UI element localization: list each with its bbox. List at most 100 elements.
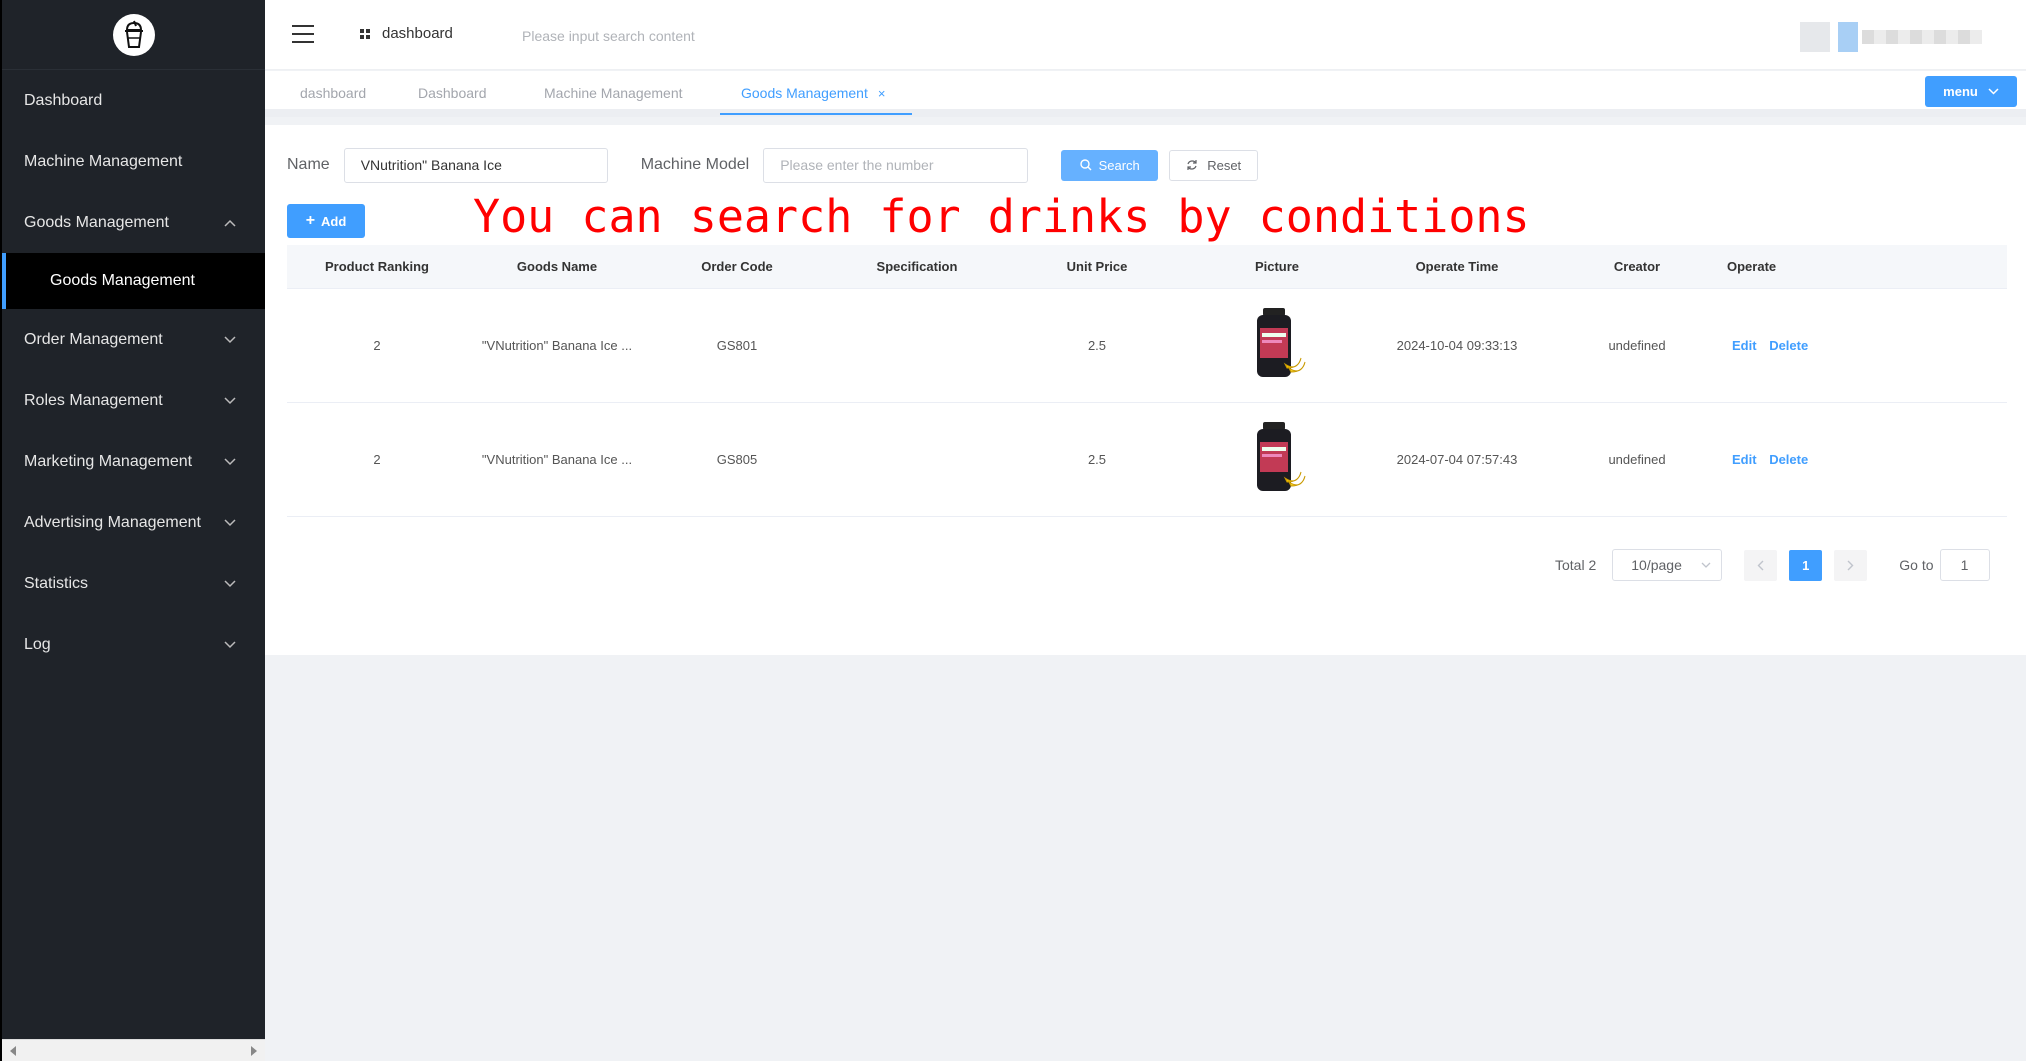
cell-ranking: 2 xyxy=(373,452,381,467)
scroll-right-icon[interactable] xyxy=(251,1046,257,1056)
edit-button[interactable]: Edit xyxy=(1732,452,1757,467)
page-size-value: 10/page xyxy=(1631,557,1682,573)
annotation-text: You can search for drinks by conditions xyxy=(473,190,1530,243)
table-header: Product Ranking Goods Name Order Code Sp… xyxy=(287,245,2007,289)
user-avatar-area[interactable] xyxy=(1800,22,2000,52)
menu-button-label: menu xyxy=(1943,84,1978,99)
goto-page-input[interactable] xyxy=(1939,549,1990,581)
page-number-current[interactable]: 1 xyxy=(1789,549,1823,581)
hamburger-menu-icon[interactable] xyxy=(292,25,314,43)
sidebar-subitem-goods-management[interactable]: Goods Management xyxy=(2,253,265,309)
cell-order-code: GS805 xyxy=(716,452,758,467)
goto-label: Go to xyxy=(1899,557,1934,573)
tab-dashboard-lower[interactable]: dashboard xyxy=(300,85,366,101)
chevron-down-icon xyxy=(223,394,237,408)
sidebar-item-log[interactable]: Log xyxy=(2,614,265,675)
logo-area xyxy=(2,0,265,70)
global-search-input[interactable] xyxy=(522,28,822,44)
tab-machine-management[interactable]: Machine Management xyxy=(544,85,683,101)
product-image[interactable] xyxy=(1247,306,1307,385)
avatar xyxy=(1800,22,1830,52)
sidebar-item-label: Order Management xyxy=(24,330,163,348)
search-button[interactable]: Search xyxy=(1061,149,1159,181)
cell-goods-name: "VNutrition" Banana Ice ... xyxy=(481,338,633,353)
tabs-bar: dashboard Dashboard Machine Management G… xyxy=(265,71,2026,117)
chevron-right-icon xyxy=(1847,560,1854,571)
avatar-badge xyxy=(1838,22,1858,52)
sidebar-item-machine-management[interactable]: Machine Management xyxy=(2,131,265,192)
sidebar-item-label: Statistics xyxy=(24,574,89,592)
sidebar-item-label: Machine Management xyxy=(24,152,183,170)
username-blurred xyxy=(1862,30,1982,44)
logo-icon xyxy=(112,13,155,56)
sidebar-item-statistics[interactable]: Statistics xyxy=(2,553,265,614)
sidebar-item-advertising-management[interactable]: Advertising Management xyxy=(2,492,265,553)
reset-button-label: Reset xyxy=(1207,157,1242,173)
cell-operate-time: 2024-10-04 09:33:13 xyxy=(1396,338,1518,353)
sidebar-item-marketing-management[interactable]: Marketing Management xyxy=(2,431,265,492)
reset-button[interactable]: Reset xyxy=(1169,149,1259,181)
tab-label: Goods Management xyxy=(741,85,868,101)
delete-button[interactable]: Delete xyxy=(1769,338,1808,353)
column-header: Specification xyxy=(876,259,958,274)
cell-unit-price: 2.5 xyxy=(1087,338,1107,353)
column-header: Unit Price xyxy=(1066,259,1128,274)
chevron-down-icon xyxy=(223,638,237,652)
active-tab-indicator xyxy=(720,113,912,115)
add-button[interactable]: + Add xyxy=(287,204,365,238)
sidebar-item-label: Advertising Management xyxy=(24,513,201,531)
menu-dropdown-button[interactable]: menu xyxy=(1925,76,2017,107)
table-row: 2 "VNutrition" Banana Ice ... GS805 2.5 xyxy=(287,403,2007,517)
column-header: Order Code xyxy=(701,259,773,274)
cell-picture xyxy=(1187,306,1367,385)
content-panel: Name Machine Model Search Reset + Add Yo… xyxy=(265,125,2026,655)
delete-button[interactable]: Delete xyxy=(1769,452,1808,467)
breadcrumb: dashboard xyxy=(360,25,453,42)
refresh-icon xyxy=(1186,159,1198,171)
column-header: Goods Name xyxy=(516,259,598,274)
machine-model-input[interactable] xyxy=(763,147,1029,183)
table-row: 2 "VNutrition" Banana Ice ... GS801 2.5 xyxy=(287,289,2007,403)
cell-goods-name: "VNutrition" Banana Ice ... xyxy=(481,452,633,467)
cell-creator: undefined xyxy=(1608,338,1666,353)
sidebar-item-dashboard[interactable]: Dashboard xyxy=(2,70,265,131)
cell-operate: Edit Delete xyxy=(1727,338,1907,353)
cell-operate-time: 2024-07-04 07:57:43 xyxy=(1396,452,1518,467)
sidebar-horizontal-scrollbar[interactable] xyxy=(2,1039,265,1061)
tab-goods-management[interactable]: Goods Management × xyxy=(741,85,885,101)
sidebar-menu: Dashboard Machine Management Goods Manag… xyxy=(2,70,265,675)
name-input[interactable] xyxy=(343,147,608,183)
chevron-up-icon xyxy=(223,216,237,230)
sidebar-item-label: Goods Management xyxy=(24,213,169,231)
sidebar-item-roles-management[interactable]: Roles Management xyxy=(2,370,265,431)
scroll-left-icon[interactable] xyxy=(10,1046,16,1056)
chevron-down-icon xyxy=(1988,88,1999,95)
cell-ranking: 2 xyxy=(373,338,381,353)
product-image[interactable] xyxy=(1247,420,1307,499)
edit-button[interactable]: Edit xyxy=(1732,338,1757,353)
column-header: Product Ranking xyxy=(324,259,429,274)
plus-icon: + xyxy=(305,212,316,229)
search-button-label: Search xyxy=(1098,157,1140,173)
close-icon[interactable]: × xyxy=(878,86,886,101)
grid-icon xyxy=(360,28,370,39)
cell-picture xyxy=(1187,420,1367,499)
goods-table: Product Ranking Goods Name Order Code Sp… xyxy=(287,245,2007,517)
sidebar: Dashboard Machine Management Goods Manag… xyxy=(0,0,265,1061)
cell-operate: Edit Delete xyxy=(1727,452,1907,467)
top-header: dashboard xyxy=(265,0,2026,70)
chevron-down-icon xyxy=(1701,562,1711,568)
search-form: Name Machine Model Search Reset xyxy=(287,147,1259,183)
chevron-down-icon xyxy=(223,455,237,469)
prev-page-button[interactable] xyxy=(1744,549,1778,581)
sidebar-item-order-management[interactable]: Order Management xyxy=(2,309,265,370)
page-size-select[interactable]: 10/page xyxy=(1612,549,1723,581)
cell-order-code: GS801 xyxy=(716,338,758,353)
tab-dashboard[interactable]: Dashboard xyxy=(418,85,487,101)
name-label: Name xyxy=(287,156,330,173)
sidebar-subitem-label: Goods Management xyxy=(50,272,195,289)
cell-unit-price: 2.5 xyxy=(1087,452,1107,467)
sidebar-item-goods-management[interactable]: Goods Management xyxy=(2,192,265,253)
next-page-button[interactable] xyxy=(1834,549,1868,581)
column-header: Picture xyxy=(1254,259,1300,274)
